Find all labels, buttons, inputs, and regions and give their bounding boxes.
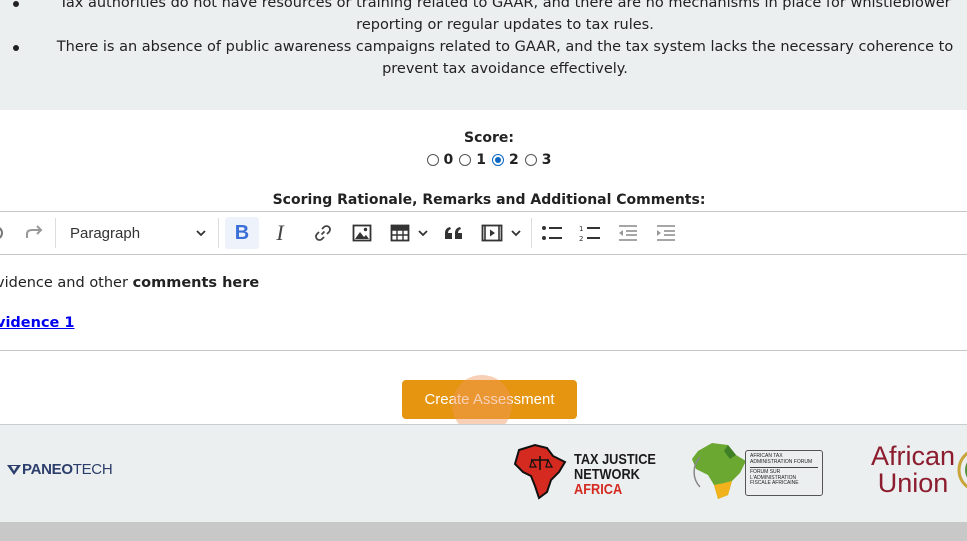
ataf-africa-map-icon xyxy=(692,443,746,499)
undo-icon[interactable] xyxy=(0,220,8,246)
chevron-down-icon[interactable] xyxy=(509,220,523,246)
svg-text:2: 2 xyxy=(579,235,583,243)
redo-icon[interactable] xyxy=(22,220,46,246)
au-line: African xyxy=(871,441,956,471)
score-option-0[interactable]: 0 xyxy=(426,152,454,168)
outdent-icon[interactable] xyxy=(616,220,640,246)
image-icon[interactable] xyxy=(351,220,373,246)
score-radio-group: 0 1 2 3 xyxy=(0,152,967,168)
score-radio-1[interactable] xyxy=(459,154,472,166)
rationale-label: Scoring Rationale, Remarks and Additiona… xyxy=(272,192,706,208)
ataf-logo-text: AFRICAN TAX ADMINISTRATION FORUM FORUM S… xyxy=(745,450,823,496)
criteria-bullet-list: Tax authorities do not have resources or… xyxy=(0,0,967,80)
bold-button[interactable]: B xyxy=(225,217,259,249)
create-assessment-button[interactable]: Create Assessment xyxy=(402,380,577,419)
score-option-label: 1 xyxy=(476,152,486,168)
media-icon[interactable] xyxy=(480,220,504,246)
score-option-label: 2 xyxy=(509,152,519,168)
toolbar-separator xyxy=(55,218,56,248)
tjn-line: AFRICA xyxy=(574,481,623,498)
editor-bold-text: comments here xyxy=(132,275,260,291)
score-label: Score: xyxy=(464,130,514,146)
page-bottom-scrollbar[interactable] xyxy=(0,522,967,541)
indent-icon[interactable] xyxy=(654,220,678,246)
african-union-logo-text: African Union xyxy=(871,443,955,497)
score-option-1[interactable]: 1 xyxy=(459,152,486,168)
african-union-emblem-icon xyxy=(957,451,967,489)
block-format-select[interactable]: Paragraph xyxy=(62,217,214,249)
criteria-panel: Tax authorities do not have resources or… xyxy=(0,0,967,110)
score-option-label: 3 xyxy=(541,152,552,168)
italic-button[interactable]: I xyxy=(266,217,294,249)
score-radio-3[interactable] xyxy=(524,154,537,166)
criteria-bullet: Tax authorities do not have resources or… xyxy=(0,0,967,36)
score-radio-0[interactable] xyxy=(426,154,439,166)
criteria-bullet: There is an absence of public awareness … xyxy=(0,36,967,80)
score-option-2[interactable]: 2 xyxy=(492,152,519,168)
rationale-editor[interactable]: vidence and other comments here vidence … xyxy=(0,255,967,351)
bulleted-list-icon[interactable] xyxy=(540,220,564,246)
score-option-label: 0 xyxy=(443,152,454,168)
svg-text:1: 1 xyxy=(579,225,583,233)
numbered-list-icon[interactable]: 12 xyxy=(578,220,602,246)
score-radio-2[interactable] xyxy=(492,154,504,166)
score-option-3[interactable]: 3 xyxy=(524,152,552,168)
tjn-line: NETWORK xyxy=(574,466,640,483)
block-format-value: Paragraph xyxy=(70,224,141,242)
toolbar-separator xyxy=(531,218,532,248)
paneotech-mark-icon xyxy=(7,464,21,475)
paneotech-logo: PANEO TECH xyxy=(6,461,113,478)
africa-map-icon xyxy=(513,443,567,500)
chevron-down-icon xyxy=(196,230,206,237)
blockquote-icon[interactable] xyxy=(443,220,465,246)
evidence-link[interactable]: vidence 1 xyxy=(0,315,75,331)
chevron-down-icon[interactable] xyxy=(416,220,430,246)
ataf-text: ADMINISTRATION FORUM xyxy=(750,458,813,465)
tjn-logo-text: TAX JUSTICE NETWORK AFRICA xyxy=(574,452,656,497)
ataf-text: FISCALE AFRICAINE xyxy=(750,480,799,486)
editor-toolbar: Paragraph B I 12 xyxy=(0,211,967,255)
toolbar-separator xyxy=(218,218,219,248)
link-icon[interactable] xyxy=(312,220,334,246)
editor-text: vidence and other xyxy=(0,275,133,291)
tjn-line: TAX JUSTICE xyxy=(574,451,656,468)
ataf-divider xyxy=(750,467,818,468)
editor-paragraph: vidence and other comments here xyxy=(0,275,259,291)
paneotech-name-light: TECH xyxy=(72,461,113,478)
paneotech-name-bold: PANEO xyxy=(22,461,73,478)
au-line: Union xyxy=(877,468,949,498)
table-icon[interactable] xyxy=(389,220,411,246)
